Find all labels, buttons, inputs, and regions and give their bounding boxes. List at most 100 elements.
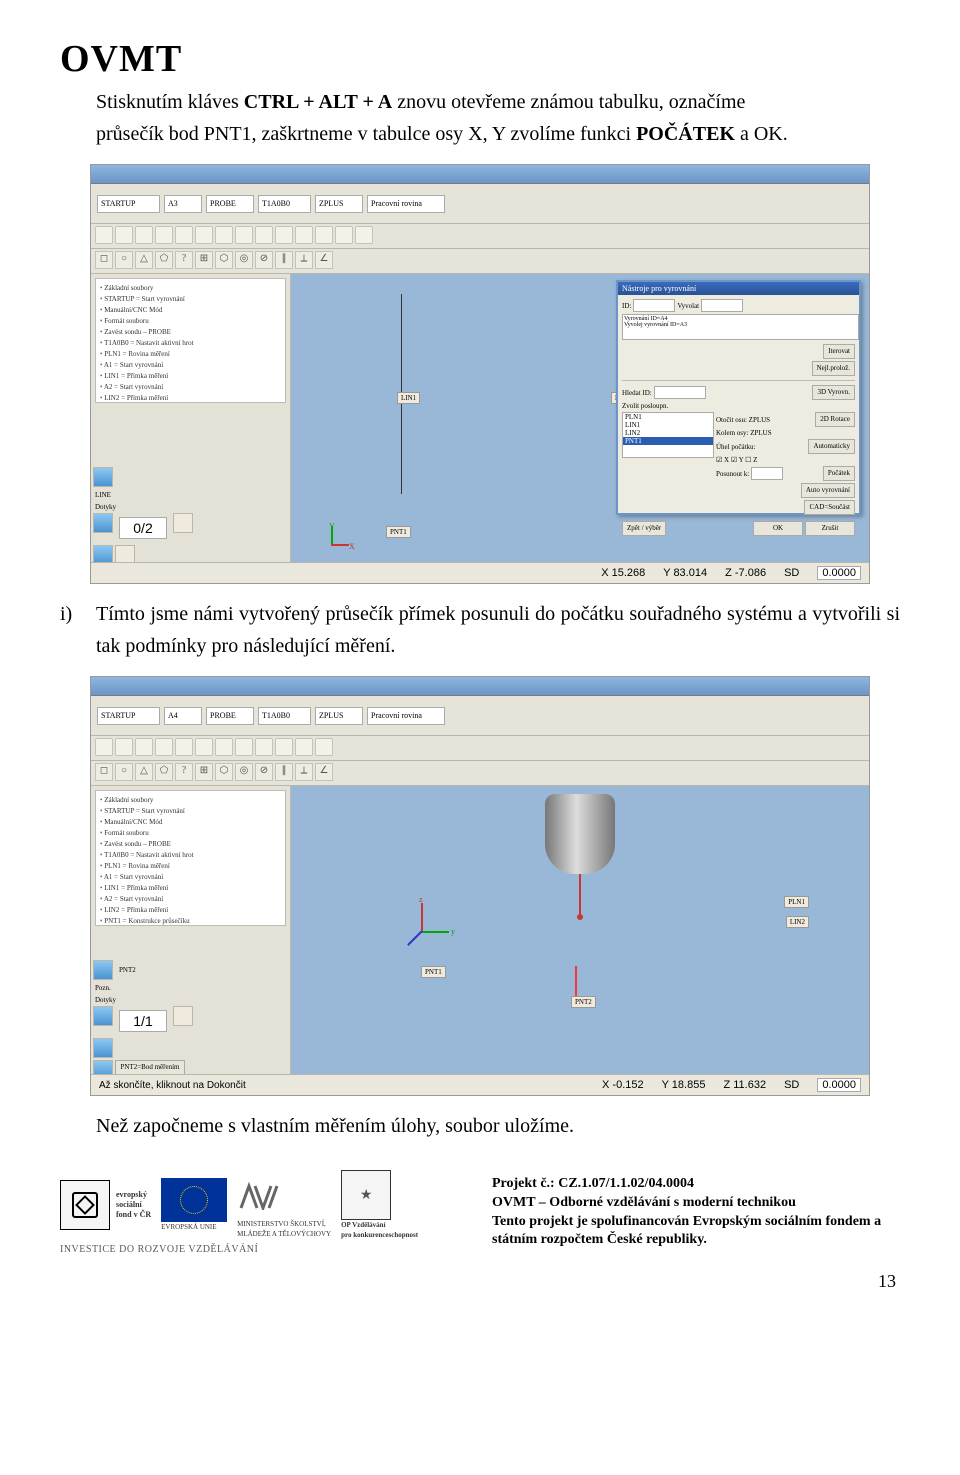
toolbar-button[interactable] [295, 226, 313, 244]
toolbar-button[interactable] [215, 738, 233, 756]
tree-item[interactable]: STARTUP = Start vyrovnání [100, 806, 281, 817]
toolbar-button[interactable] [135, 226, 153, 244]
tree-item[interactable]: Formát souboru [100, 316, 281, 327]
tree-item[interactable]: Zavést sondu – PROBE [100, 327, 281, 338]
tree-item[interactable]: A2 = Start vyrovnání [100, 382, 281, 393]
3dvyrovn-btn[interactable]: 3D Vyrovn. [812, 385, 855, 400]
element-list[interactable]: PLN1 LIN1 LIN2 PNT1 [622, 412, 714, 458]
shape-icon[interactable]: ⊞ [195, 251, 213, 269]
field-zplus[interactable]: ZPLUS [315, 707, 363, 725]
operation-tree[interactable]: Základní soubory STARTUP = Start vyrovná… [95, 790, 286, 926]
shape-icon[interactable]: ◎ [235, 763, 253, 781]
shape-icon[interactable]: ◎ [235, 251, 253, 269]
tree-item[interactable]: LIN2 = Přímka měření [100, 905, 281, 916]
field-probe[interactable]: PROBE [206, 195, 254, 213]
field-probe[interactable]: PROBE [206, 707, 254, 725]
tree-item[interactable]: STARTUP = Start vyrovnání [100, 294, 281, 305]
toolbar-button[interactable] [155, 226, 173, 244]
tree-item[interactable]: T1A0B0 = Nastavit aktivní hrot [100, 338, 281, 349]
tree-item[interactable]: Zavést sondu – PROBE [100, 839, 281, 850]
side-icon[interactable] [173, 513, 193, 533]
side-icon[interactable] [93, 1006, 113, 1026]
list-item[interactable]: PLN1 [623, 413, 713, 421]
id-field[interactable] [633, 299, 675, 312]
shape-icon[interactable]: ⊞ [195, 763, 213, 781]
toolbar-button[interactable] [355, 226, 373, 244]
shape-icon[interactable]: ∥ [275, 251, 293, 269]
side-icon[interactable] [93, 513, 113, 533]
shape-icon[interactable]: ⟂ [295, 251, 313, 269]
side-icon[interactable] [173, 1006, 193, 1026]
shape-icon[interactable]: ∠ [315, 251, 333, 269]
tree-item[interactable]: A2 = Start vyrovnání [100, 894, 281, 905]
shape-icon[interactable]: ∠ [315, 763, 333, 781]
tree-item[interactable]: LIN2 = Přímka měření [100, 393, 281, 403]
tree-item[interactable]: PNT1 = Konstrukce průsečíku [100, 916, 281, 926]
canvas-3d[interactable]: z y PLN1 LIN2 PNT1 PNT2 [291, 786, 869, 1086]
tree-item[interactable]: PLN1 = Rovina měření [100, 349, 281, 360]
shape-icon[interactable]: △ [135, 251, 153, 269]
shape-icon[interactable]: ⬠ [155, 763, 173, 781]
toolbar-button[interactable] [195, 226, 213, 244]
field-workplane[interactable]: Pracovní rovina [367, 707, 445, 725]
tree-item[interactable]: Základní soubory [100, 795, 281, 806]
field-startup[interactable]: STARTUP [97, 707, 160, 725]
field-zplus[interactable]: ZPLUS [315, 195, 363, 213]
list-item-selected[interactable]: PNT1 [623, 437, 713, 445]
pocatek-btn[interactable]: Počátek [823, 466, 855, 481]
field-a4[interactable]: A4 [164, 707, 202, 725]
2drotace-btn[interactable]: 2D Rotace [815, 412, 855, 427]
toolbar-button[interactable] [255, 738, 273, 756]
toolbar-button[interactable] [235, 738, 253, 756]
toolbar-button[interactable] [315, 226, 333, 244]
toolbar-button[interactable] [215, 226, 233, 244]
side-icon[interactable] [93, 960, 113, 980]
vyvolat-field[interactable] [701, 299, 743, 312]
toolbar-button[interactable] [295, 738, 313, 756]
shape-icon[interactable]: ? [175, 251, 193, 269]
toolbar-button[interactable] [255, 226, 273, 244]
field-workplane[interactable]: Pracovní rovina [367, 195, 445, 213]
shape-icon[interactable]: ⊘ [255, 251, 273, 269]
operation-tree[interactable]: Základní soubory STARTUP = Start vyrovná… [95, 278, 286, 403]
toolbar-button[interactable] [175, 738, 193, 756]
list-item[interactable]: LIN1 [623, 421, 713, 429]
nejlproloz-btn[interactable]: Nejl.prolož. [812, 361, 855, 376]
field-t1a0b0[interactable]: T1A0B0 [258, 195, 311, 213]
shape-icon[interactable]: ⬡ [215, 251, 233, 269]
shape-icon[interactable]: ○ [115, 251, 133, 269]
canvas-3d[interactable]: LIN1 PNT1 LIN1 Y X Nástroje pro vyrovnán… [291, 274, 869, 574]
toolbar-button[interactable] [315, 738, 333, 756]
zrusit-btn[interactable]: Zrušit [805, 521, 855, 536]
tree-item[interactable]: LIN1 = Přímka měření [100, 883, 281, 894]
alignment-dialog[interactable]: Nástroje pro vyrovnání ID: Vyvolat Vyrov… [616, 280, 861, 515]
field-startup[interactable]: STARTUP [97, 195, 160, 213]
toolbar-button[interactable] [195, 738, 213, 756]
shape-icon[interactable]: ⟂ [295, 763, 313, 781]
toolbar-button[interactable] [135, 738, 153, 756]
zpet-btn[interactable]: Zpět / výběr [622, 521, 666, 536]
tree-item[interactable]: A1 = Start vyrovnání [100, 360, 281, 371]
posunout-field[interactable] [751, 467, 783, 480]
toolbar-button[interactable] [275, 226, 293, 244]
tree-item[interactable]: A1 = Start vyrovnání [100, 872, 281, 883]
shape-icon[interactable]: ⬠ [155, 251, 173, 269]
toolbar-button[interactable] [115, 738, 133, 756]
cadsoucast-btn[interactable]: CAD=Součást [804, 500, 855, 515]
side-icon[interactable] [93, 467, 113, 487]
toolbar-button[interactable] [235, 226, 253, 244]
shape-icon[interactable]: ? [175, 763, 193, 781]
shape-icon[interactable]: ⊘ [255, 763, 273, 781]
toolbar-button[interactable] [155, 738, 173, 756]
tree-item[interactable]: Manuální/CNC Mód [100, 817, 281, 828]
list-item[interactable]: LIN2 [623, 429, 713, 437]
autovyrovn-btn[interactable]: Auto vyrovnání [801, 483, 855, 498]
shape-icon[interactable]: ∥ [275, 763, 293, 781]
hledat-field[interactable] [654, 386, 706, 399]
auto-btn[interactable]: Automaticky [808, 439, 855, 454]
shape-icon[interactable]: △ [135, 763, 153, 781]
shape-icon[interactable]: ○ [115, 763, 133, 781]
ok-btn[interactable]: OK [753, 521, 803, 536]
tree-item[interactable]: PLN1 = Rovina měření [100, 861, 281, 872]
tree-item[interactable]: LIN1 = Přímka měření [100, 371, 281, 382]
